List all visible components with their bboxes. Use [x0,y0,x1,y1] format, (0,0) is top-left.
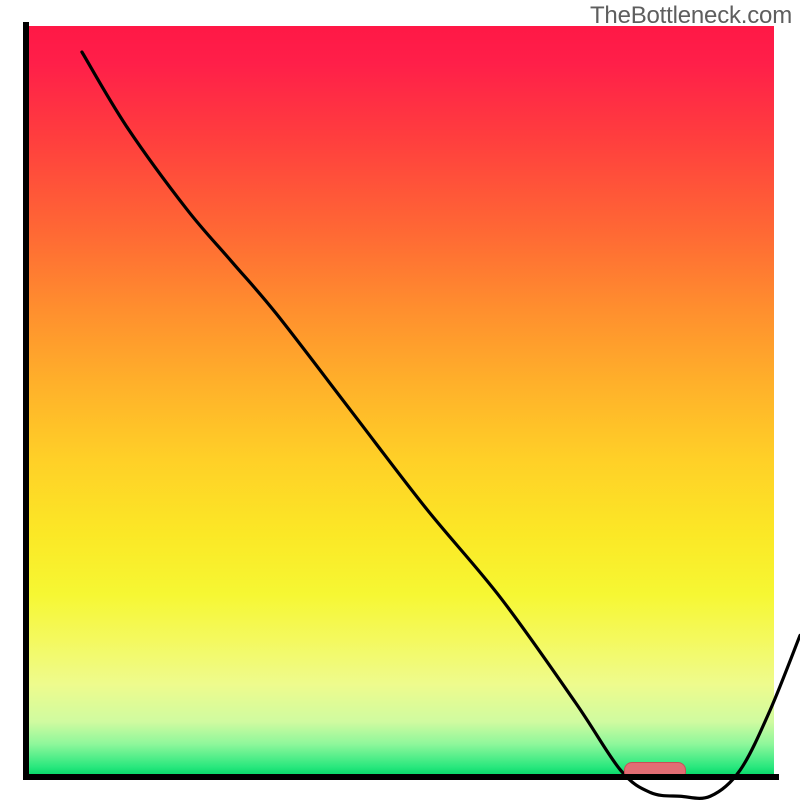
bottleneck-curve [52,52,800,800]
axis-left [23,22,29,779]
axis-bottom [23,774,779,780]
plot-area [26,26,774,774]
chart-container: TheBottleneck.com [0,0,800,800]
curve-path [82,52,800,798]
